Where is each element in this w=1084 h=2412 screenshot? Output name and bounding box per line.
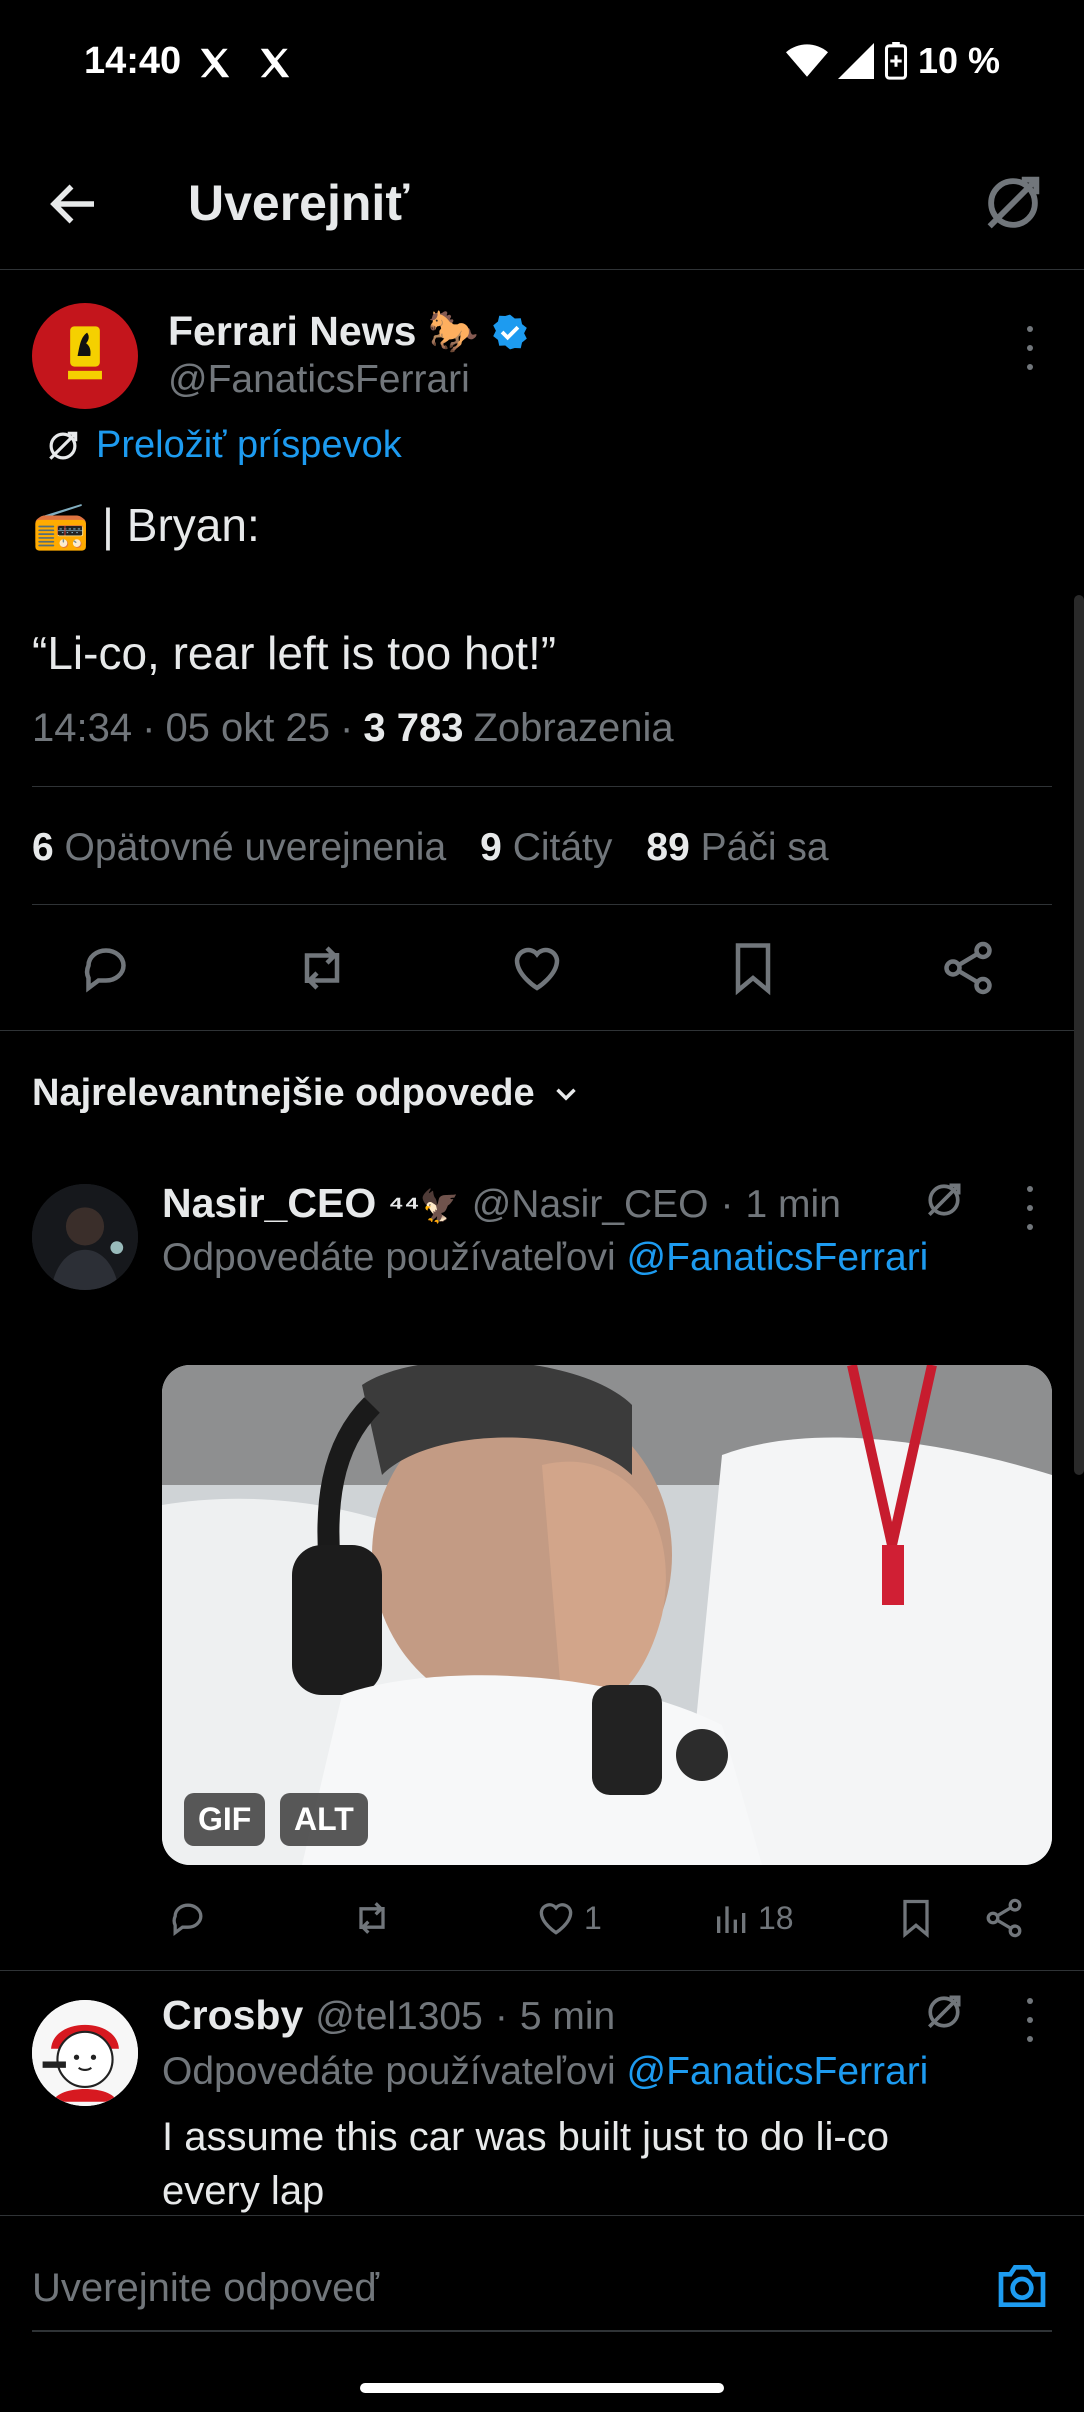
replying-to: Odpovedáte používateľovi @FanaticsFerrar… xyxy=(162,2050,928,2094)
reply-avatar[interactable] xyxy=(32,1184,138,1290)
reply-input[interactable]: Uverejnite odpoveď xyxy=(32,2266,379,2311)
gif-badge: GIF xyxy=(184,1793,266,1846)
chevron-down-icon xyxy=(555,1088,576,1101)
battery-level: 10 % xyxy=(917,40,1000,81)
like-action[interactable]: 1 xyxy=(534,1896,602,1940)
engagement-stats: 6 Opätovné uverejnenia 9 Citáty 89 Páči … xyxy=(32,826,829,870)
reply-avatar[interactable] xyxy=(32,2000,138,2106)
gif-image xyxy=(162,1365,1052,1865)
tweet-time: 14:34 xyxy=(32,706,133,750)
scrollbar[interactable] xyxy=(1074,595,1084,1475)
reply-author-name[interactable]: Nasir_CEO xyxy=(162,1180,376,1227)
replying-to-prefix: Odpovedáte používateľovi xyxy=(162,1236,616,1279)
replying-to-prefix: Odpovedáte používateľovi xyxy=(162,2050,616,2093)
tweet-text-line-1: 📻 | Bryan: xyxy=(32,499,260,551)
meta-separator: · xyxy=(720,1183,734,1226)
replying-to-handle[interactable]: @FanaticsFerrari xyxy=(627,2050,929,2093)
translate-post-link[interactable]: Preložiť príspevok xyxy=(44,424,402,467)
meta-separator: · xyxy=(142,706,156,750)
status-bar: 14:40 10 % xyxy=(0,0,1084,120)
quotes-stat[interactable]: 9 Citáty xyxy=(480,826,612,870)
author-avatar[interactable] xyxy=(32,303,138,409)
like-icon[interactable] xyxy=(507,938,567,998)
author-handle[interactable]: @FanaticsFerrari xyxy=(168,358,470,402)
signal-icon xyxy=(837,43,874,79)
wifi-icon xyxy=(785,44,828,77)
reply-text: I assume this car was built just to do l… xyxy=(162,2110,889,2218)
ferrari-logo-icon xyxy=(68,326,102,380)
reply-age: 5 min xyxy=(519,1995,616,2038)
analytics-icon xyxy=(717,1906,746,1933)
bookmark-icon[interactable] xyxy=(894,1896,938,1940)
replies-sort-dropdown[interactable]: Najrelevantnejšie odpovede xyxy=(32,1072,583,1115)
author-row: Ferrari News 🐎 xyxy=(168,308,529,356)
tweet-text-line-2: “Li-co, rear left is too hot!” xyxy=(32,627,557,679)
camera-icon[interactable] xyxy=(994,2258,1050,2314)
translate-icon xyxy=(49,431,78,460)
divider xyxy=(0,1030,1084,1031)
more-options-icon[interactable] xyxy=(1022,326,1038,370)
tweet-date: 05 okt 25 xyxy=(165,706,331,750)
arrow-left-icon[interactable] xyxy=(44,174,104,234)
reply-icon[interactable] xyxy=(76,938,136,998)
divider xyxy=(32,904,1052,905)
repost-icon[interactable] xyxy=(292,938,352,998)
x-logo-icon xyxy=(200,48,230,78)
divider xyxy=(32,786,1052,787)
reply-age: 1 min xyxy=(745,1183,841,1226)
like-count: 1 xyxy=(584,1899,602,1936)
repost-icon[interactable] xyxy=(350,1896,394,1940)
replies-sort-label: Najrelevantnejšie odpovede xyxy=(32,1072,535,1114)
views-count: 3 783 xyxy=(363,706,464,750)
x-logo-icon xyxy=(260,48,290,78)
reply-handle[interactable]: @Nasir_CEO xyxy=(472,1183,709,1227)
views-label[interactable]: Zobrazenia xyxy=(473,706,673,751)
reply-text-line-2: every lap xyxy=(162,2169,325,2213)
share-icon[interactable] xyxy=(938,938,998,998)
reply-handle[interactable]: @tel1305 xyxy=(315,1995,483,2039)
replying-to: Odpovedáte používateľovi @FanaticsFerrar… xyxy=(162,1236,928,1280)
translate-icon[interactable] xyxy=(978,168,1048,238)
translate-post-label: Preložiť príspevok xyxy=(96,424,402,466)
verified-badge-icon xyxy=(493,314,527,350)
top-bar: Uverejniť xyxy=(0,150,1084,270)
page-title: Uverejniť xyxy=(188,175,410,231)
reply-icon[interactable] xyxy=(166,1896,210,1940)
reply-header: Nasir_CEO ⁴⁴🦅 @Nasir_CEO · 1 min xyxy=(162,1180,841,1227)
likes-stat[interactable]: 89 Páči sa xyxy=(646,826,828,870)
cartoon-avatar-icon xyxy=(32,2000,138,2106)
reply-text-line-1: I assume this car was built just to do l… xyxy=(162,2115,889,2159)
user-photo-icon xyxy=(32,1184,138,1290)
reply-author-name[interactable]: Crosby xyxy=(162,1992,303,2039)
like-icon xyxy=(539,1903,573,1935)
reply-author-emoji: ⁴⁴🦅 xyxy=(388,1188,460,1224)
views-count: 18 xyxy=(758,1899,794,1936)
meta-separator: · xyxy=(340,706,354,750)
bookmark-icon[interactable] xyxy=(723,938,783,998)
divider xyxy=(0,1970,1084,1971)
replying-to-handle[interactable]: @FanaticsFerrari xyxy=(627,1236,929,1279)
reply-header: Crosby @tel1305 · 5 min xyxy=(162,1992,615,2039)
more-options-icon[interactable] xyxy=(1022,1186,1038,1230)
share-icon[interactable] xyxy=(982,1896,1026,1940)
reply-actions: 1 18 xyxy=(162,1896,1042,1942)
home-indicator[interactable] xyxy=(360,2383,724,2393)
composer-underline xyxy=(32,2330,1052,2332)
status-right: 10 % xyxy=(785,40,1000,82)
reposts-stat[interactable]: 6 Opätovné uverejnenia xyxy=(32,826,446,870)
alt-badge[interactable]: ALT xyxy=(280,1793,368,1846)
tweet-actions xyxy=(76,938,998,998)
more-options-icon[interactable] xyxy=(1022,1998,1038,2042)
views-action[interactable]: 18 xyxy=(712,1896,794,1940)
translate-icon[interactable] xyxy=(922,1990,966,2034)
reply-composer[interactable]: Uverejnite odpoveď xyxy=(0,2215,1084,2335)
author-name[interactable]: Ferrari News 🐎 xyxy=(168,308,479,356)
status-time: 14:40 xyxy=(84,40,182,82)
battery-icon xyxy=(884,42,907,80)
tweet-meta: 14:34 · 05 okt 25 · 3 783 Zobrazenia xyxy=(32,706,674,751)
translate-icon[interactable] xyxy=(922,1178,966,1222)
reply-gif-media[interactable]: GIF ALT xyxy=(162,1365,1052,1865)
meta-separator: · xyxy=(494,1995,508,2038)
